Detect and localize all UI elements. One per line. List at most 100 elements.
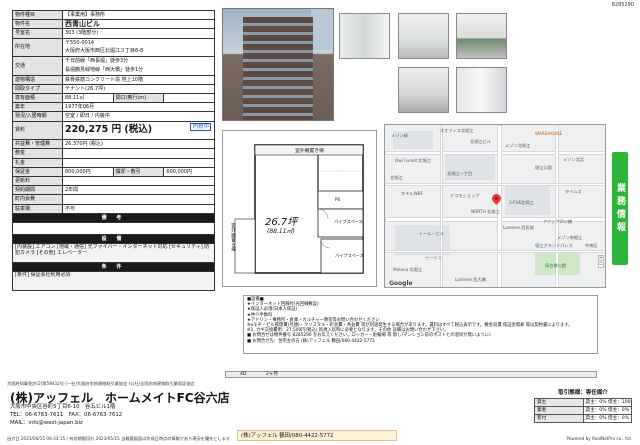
row-value: 26,370円 (税込) <box>62 139 215 150</box>
interior-photo-5 <box>456 67 507 113</box>
company-mail: MAIL：info@west-japan.biz <box>10 420 83 426</box>
fee-title: 取引態様：専任媒介 <box>558 389 608 396</box>
ps-label: PS <box>335 197 341 202</box>
table-row: 更新料 <box>12 175 215 187</box>
row-label: 所在地 <box>12 37 63 58</box>
row-label: 共益費・管理費 <box>12 139 63 150</box>
location-map[interactable]: メゾン緑 ネオフィス北堀江 北堀江ビル WAREHOUSE メゾン北堀江 Owl… <box>384 124 606 288</box>
map-label: トール・ビル <box>419 231 445 236</box>
table-row: 礼金 <box>12 157 215 168</box>
map-label: 3-FVE北堀江 <box>509 200 534 205</box>
map-label: 中央区 <box>585 243 598 248</box>
outdoor-unit-side-label: 室外機置き場 <box>230 223 235 252</box>
fee-value: 貸主：0% 借主：100% <box>582 397 632 407</box>
address-text: 大阪府大阪市西区北堀江３丁目6-8 <box>65 48 144 55</box>
map-label: イートン <box>425 255 442 260</box>
table-row: 共益費・管理費 26,370円 (税込) <box>12 139 215 150</box>
strip-value-a: 4D <box>240 372 247 377</box>
map-label: 北堀江一丁目 <box>447 171 473 176</box>
fee-table: 取引態様：専任媒介 貸主 貸主：0% 借主：100% 業者 貸主：0% 借主：0% … <box>534 389 632 423</box>
fee-header: 取引態様：専任媒介 <box>535 389 632 398</box>
company-address: 大阪市中央区谷町5丁目6-10 谷五ビル1階 <box>10 404 116 410</box>
map-road <box>385 183 605 186</box>
access-line-2: 長堀鶴見緑地線「西大橋」徒歩1分 <box>65 66 144 73</box>
rent-value: 220,275 円 (税込) 内税中 <box>62 120 215 141</box>
row-value: 88.11㎡ <box>62 93 114 104</box>
property-table: 物件種目 【事業用】事務所 物件名 西青山ビル 号室名 303 (3階部分) 所在地〒… <box>12 9 215 292</box>
map-label: NORTH 北堀江 <box>471 209 500 214</box>
property-name: 西青山ビル <box>62 19 215 30</box>
rent-amount: 220,275 円 (税込) <box>65 124 153 136</box>
table-row: 建物構造 鉄骨鉄筋コンクリート造 地上10階 <box>12 74 215 85</box>
row-label: 建物構造 <box>12 74 63 85</box>
row-value: テナント(26.7坪) <box>62 83 215 95</box>
row-label: 駐車場 <box>12 203 63 214</box>
table-row: 保証金 800,000円 償却・敷引 600,000円 <box>12 166 215 177</box>
fee-label: 業者 <box>534 405 584 415</box>
row-label: 保証金 <box>12 166 63 177</box>
access-value: 千日前線「西長堀」徒歩3分 長堀鶴見緑地線「西大橋」徒歩1分 <box>62 56 215 76</box>
row-value <box>62 157 215 168</box>
table-row: 築年 1977年06月 <box>12 102 215 113</box>
jouken-body-row: [条件] 保証会社利用必須 <box>12 271 215 292</box>
row-label: 礼金 <box>12 157 63 168</box>
table-row: 専有面積 88.11㎡ 間口/奥行(m) <box>12 93 215 104</box>
zoom-in-icon[interactable]: + <box>598 255 604 261</box>
row-label: 号室名 <box>12 28 63 39</box>
map-label: Lumiere 西長堀 <box>503 225 534 230</box>
document-id: 8285290 <box>611 2 634 8</box>
table-row: 物件種目 【事業用】事務所 <box>12 9 215 21</box>
notes-box: ■設備■ ★インターネット回線付(光回線敷設) ★保証人必須(日本人保証) ★仲… <box>243 295 598 354</box>
table-row: 間取タイプ テナント(26.7坪) <box>12 83 215 95</box>
bikou-spacer <box>12 221 215 235</box>
table-row: 駐車場 不可 <box>12 203 215 214</box>
address-value: 〒550-0014 大阪府大阪市西区北堀江３丁目6-8 <box>62 37 215 58</box>
row-value <box>62 175 215 187</box>
map-label: タイムズ <box>565 189 582 194</box>
row-label: 更新料 <box>12 175 63 187</box>
row-label: 専有面積 <box>12 93 63 104</box>
contact-box[interactable]: (株)アッフェル 鶴田/080-4422-5772 <box>237 430 397 441</box>
table-row: 賃料 220,275 円 (税込) 内税中 <box>12 120 215 141</box>
map-label: アクシア四ツ橋 <box>543 219 573 224</box>
jouken-text: [条件] 保証会社利用必須 <box>12 271 215 292</box>
zoom-out-icon[interactable]: − <box>598 262 604 268</box>
setsubi-text: [内装設] エアコン [地域・通信] 光ファイバー・インターネット対応 [セキュ… <box>12 243 215 264</box>
summary-strip: 4D 2ヶ月 <box>225 371 597 378</box>
row-value: 1977年06月 <box>62 102 215 113</box>
interior-photo-1 <box>339 13 390 59</box>
row-label: 町内会費 <box>12 194 63 205</box>
postal-code: 〒550-0014 <box>65 39 95 46</box>
jouken-label: 条 件 <box>12 262 215 273</box>
map-label: 堀江公園 <box>535 165 552 170</box>
table-row: 敷金 <box>12 148 215 159</box>
building-shape <box>243 17 313 120</box>
license-text: 大阪府知事免許(2)第59432号 (一社)大阪府宅地建物取引業協会 (公社)全… <box>7 381 195 386</box>
access-line-1: 千日前線「西長堀」徒歩3分 <box>65 58 129 65</box>
row-value <box>163 93 215 104</box>
floor-plan-drawing <box>234 144 364 274</box>
bikou-body <box>12 221 215 235</box>
strip-value-b: 2ヶ月 <box>266 372 279 377</box>
setsubi-header: 設 備 <box>12 233 215 245</box>
map-label: Owl Forest 北堀江 <box>395 158 431 163</box>
map-label: メゾン緑 <box>391 133 408 138</box>
map-label: ドコモショップ <box>450 193 480 198</box>
map-label: 北堀江ビル <box>470 139 491 144</box>
map-road <box>385 217 605 222</box>
row-value: 800,000円 <box>62 166 114 177</box>
row-label: 間口/奥行(m) <box>112 93 165 104</box>
table-row: 業者 貸主：0% 借主：0% <box>534 405 632 415</box>
sky-area <box>311 9 333 49</box>
map-label: 高台橋公園 <box>545 263 566 268</box>
table-row: 物件名 西青山ビル <box>12 19 215 30</box>
map-label: ネオフィス北堀江 <box>440 128 474 133</box>
map-brand: Google <box>389 280 413 287</box>
row-label: 敷金 <box>12 148 63 159</box>
area-value: (88.11㎡) <box>267 228 295 235</box>
tax-badge: 内税中 <box>190 122 211 132</box>
bikou-label: 備 考 <box>12 212 215 223</box>
table-row: 貸主 貸主：0% 借主：100% <box>534 397 632 407</box>
fee-label: 貸主 <box>534 397 584 407</box>
table-row: 客付 貸主：0% 借主：0% <box>534 413 632 423</box>
